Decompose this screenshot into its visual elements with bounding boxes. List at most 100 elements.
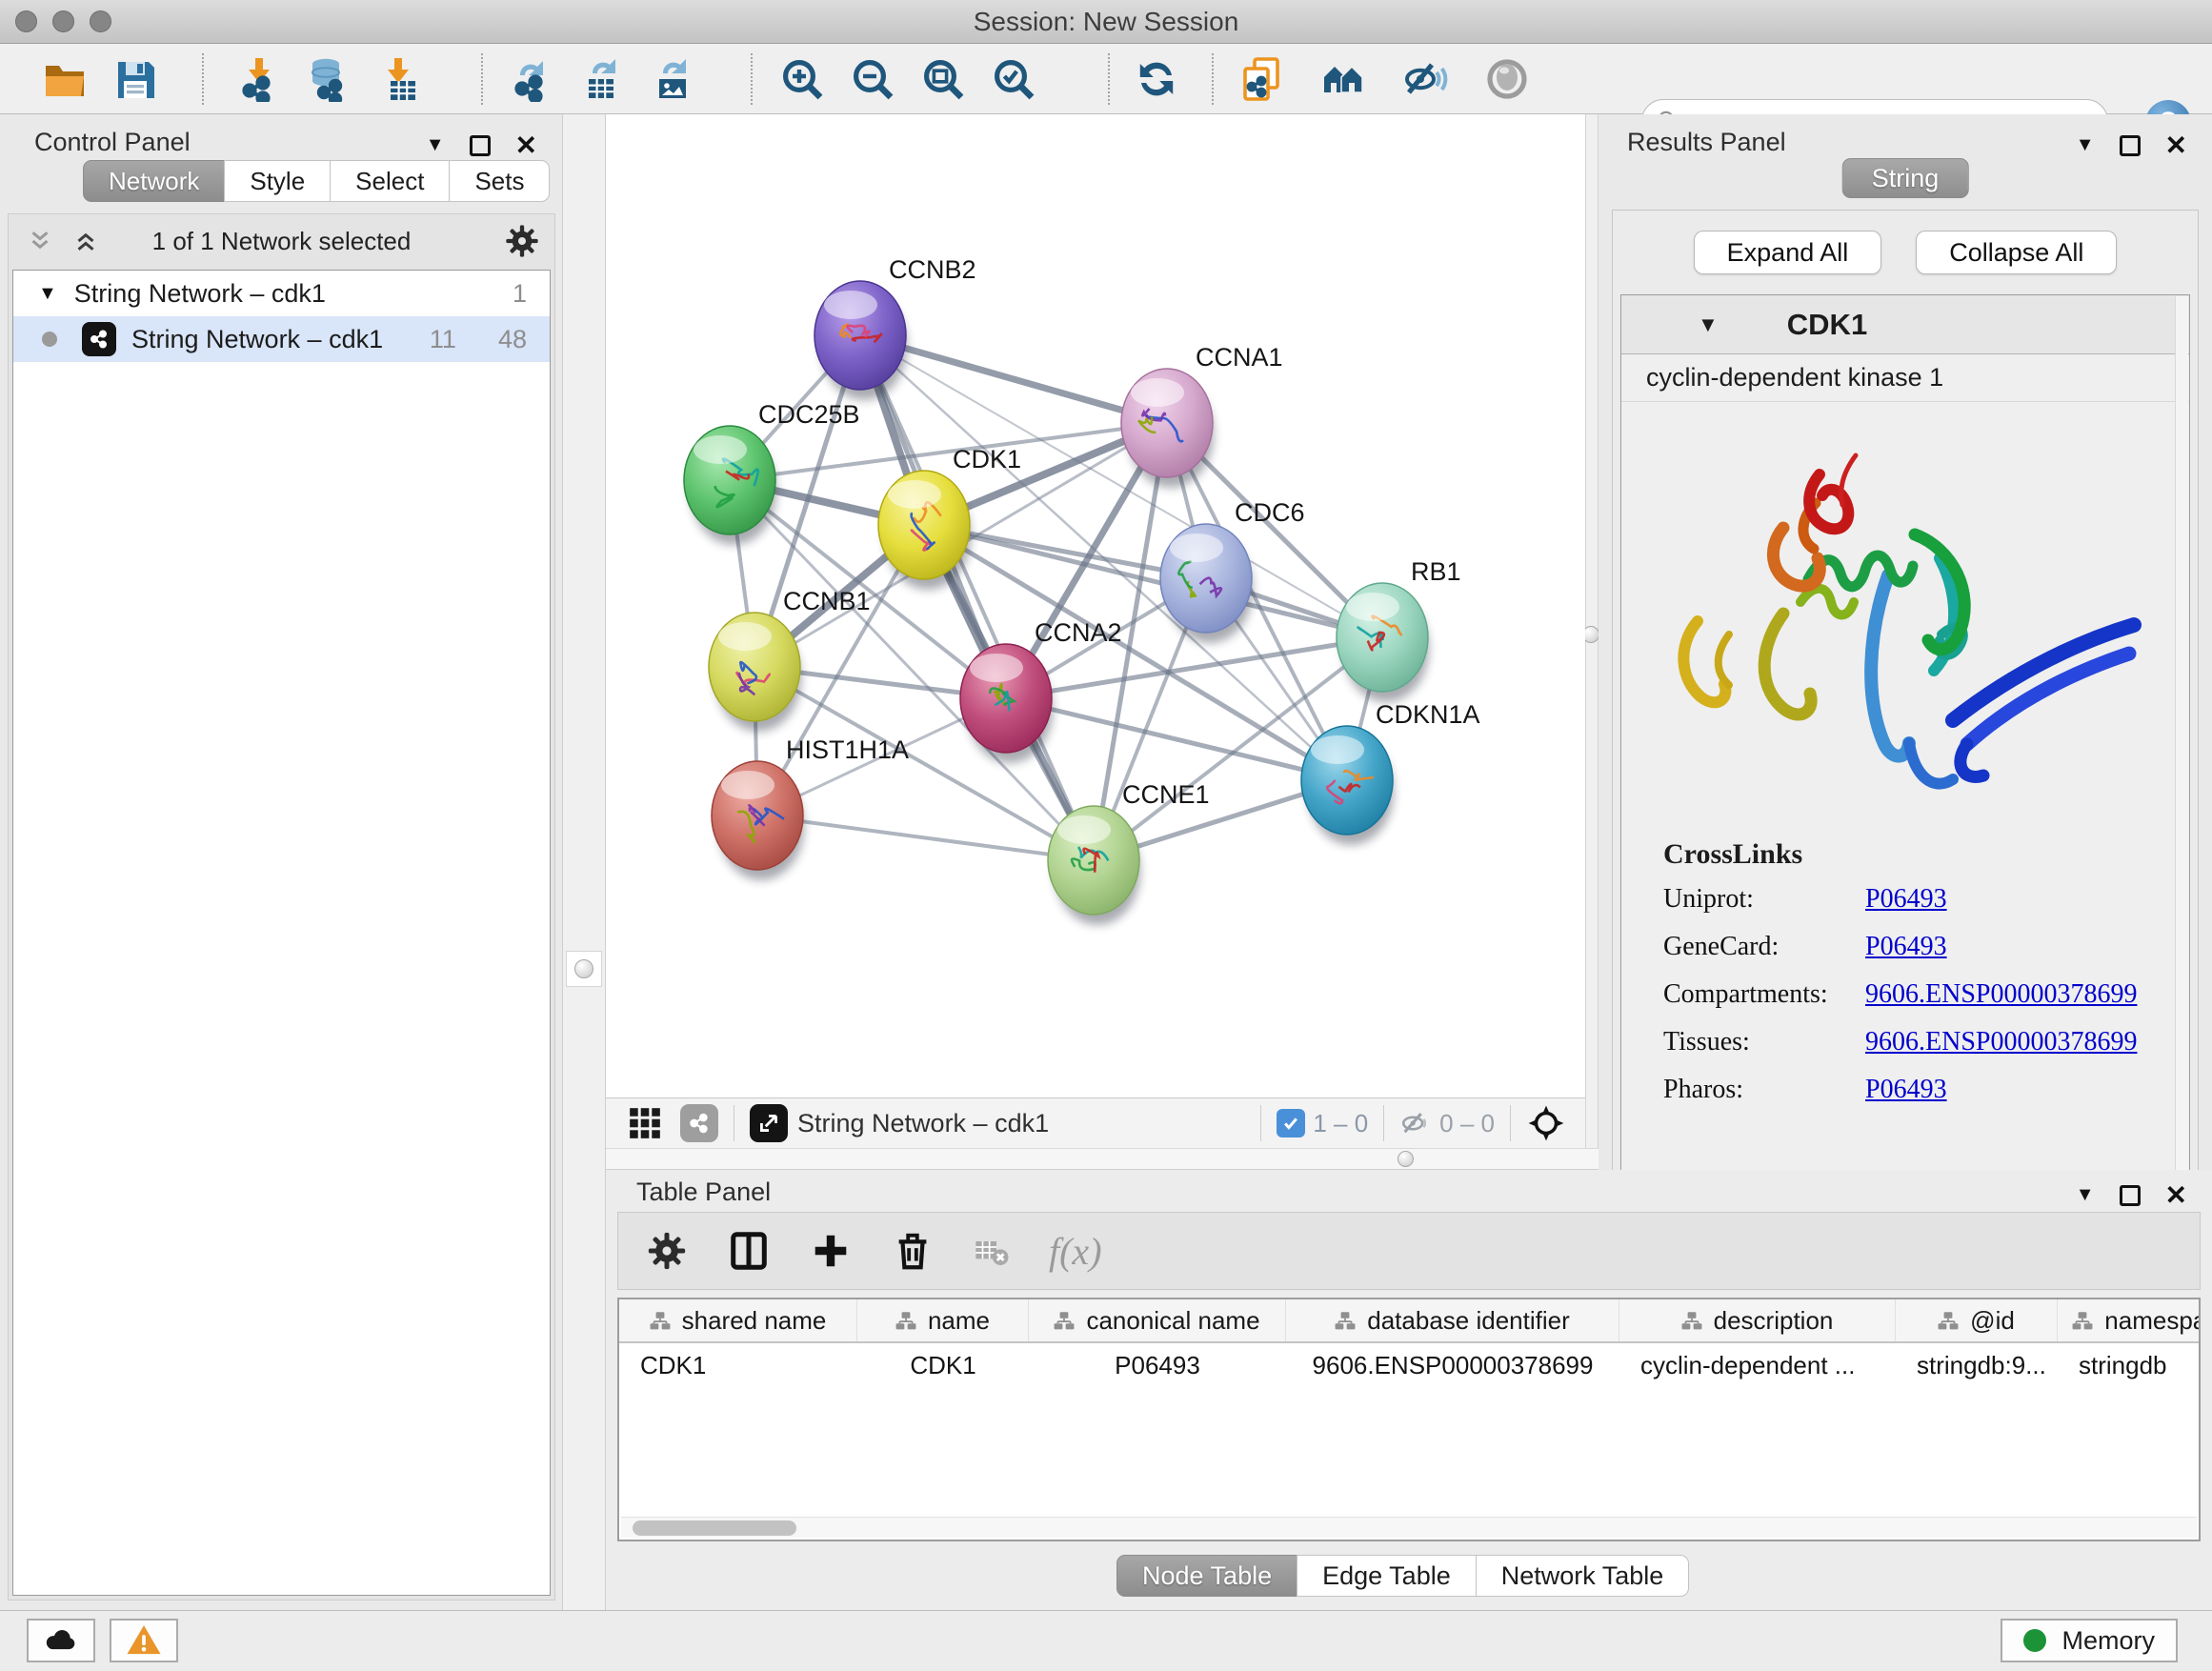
- table-panel-menu-icon[interactable]: ▼: [2076, 1184, 2095, 1206]
- network-node-CDK1[interactable]: [878, 471, 971, 590]
- table-panel-float-icon[interactable]: [2120, 1185, 2141, 1206]
- expand-all-button[interactable]: Expand All: [1694, 231, 1882, 274]
- tab-string[interactable]: String: [1842, 158, 1969, 198]
- tab-network[interactable]: Network: [83, 160, 225, 202]
- column-header-description[interactable]: description: [1619, 1299, 1896, 1341]
- import-network-button[interactable]: [229, 50, 286, 108]
- network-node-CCNA2[interactable]: [960, 644, 1053, 763]
- column-header-canonical-name[interactable]: canonical name: [1029, 1299, 1286, 1341]
- network-node-HIST1H1A[interactable]: [712, 761, 804, 880]
- zoom-out-button[interactable]: [844, 50, 901, 108]
- crosslink-link[interactable]: P06493: [1865, 1075, 1947, 1105]
- table-cell[interactable]: P06493: [1029, 1343, 1286, 1387]
- export-network-button[interactable]: [503, 50, 560, 108]
- network-collection-row[interactable]: ▼ String Network – cdk1 1: [13, 271, 550, 316]
- tree-expand-icon[interactable]: ▼: [38, 283, 57, 305]
- network-node-CCNA1[interactable]: [1121, 369, 1214, 488]
- delete-column-icon[interactable]: [891, 1229, 935, 1273]
- vertical-scrollbar[interactable]: [2175, 296, 2188, 1193]
- first-neighbors-button[interactable]: [1315, 50, 1372, 108]
- crosslink-link[interactable]: 9606.ENSP00000378699: [1865, 979, 2137, 1010]
- refresh-button[interactable]: [1128, 50, 1185, 108]
- collapse-all-button[interactable]: Collapse All: [1916, 231, 2117, 274]
- memory-button[interactable]: Memory: [2001, 1619, 2178, 1662]
- table-cell[interactable]: stringdb: [2058, 1343, 2201, 1387]
- network-edge[interactable]: [1006, 698, 1347, 780]
- network-node-CCNE1[interactable]: [1048, 806, 1140, 925]
- control-panel-float-icon[interactable]: [470, 135, 491, 156]
- network-edge[interactable]: [757, 815, 1094, 860]
- control-panel-close-icon[interactable]: ✕: [515, 130, 537, 161]
- column-header-database-identifier[interactable]: database identifier: [1286, 1299, 1619, 1341]
- network-node-CDC25B[interactable]: [684, 426, 776, 545]
- network-node-CCNB2[interactable]: [814, 281, 907, 400]
- zoom-fit-button[interactable]: [915, 50, 972, 108]
- crosslink-link[interactable]: P06493: [1865, 932, 1947, 962]
- tab-node-table[interactable]: Node Table: [1116, 1555, 1297, 1597]
- tab-sets[interactable]: Sets: [449, 160, 550, 202]
- crosshair-icon[interactable]: [1526, 1103, 1566, 1143]
- control-panel-menu-icon[interactable]: ▼: [426, 134, 445, 156]
- import-table-button[interactable]: [370, 50, 427, 108]
- crosslink-link[interactable]: 9606.ENSP00000378699: [1865, 1027, 2137, 1057]
- network-node-RB1[interactable]: [1337, 583, 1429, 702]
- crosslink-link[interactable]: P06493: [1865, 884, 1947, 915]
- left-splitter[interactable]: [563, 114, 606, 1610]
- grid-view-icon[interactable]: [627, 1105, 663, 1141]
- table-cell[interactable]: stringdb:9...: [1896, 1343, 2058, 1387]
- zoom-selected-button[interactable]: [985, 50, 1042, 108]
- export-table-button[interactable]: [573, 50, 631, 108]
- cloud-status-button[interactable]: [27, 1619, 95, 1662]
- warning-status-button[interactable]: [110, 1619, 178, 1662]
- network-options-gear-icon[interactable]: [503, 222, 541, 260]
- tab-style[interactable]: Style: [224, 160, 331, 202]
- tab-edge-table[interactable]: Edge Table: [1297, 1555, 1477, 1597]
- right-splitter[interactable]: [1585, 114, 1599, 1170]
- table-options-gear-icon[interactable]: [645, 1229, 689, 1273]
- table-cell[interactable]: cyclin-dependent ...: [1619, 1343, 1896, 1387]
- results-panel-menu-icon[interactable]: ▼: [2076, 134, 2095, 156]
- table-row[interactable]: CDK1CDK1P064939606.ENSP00000378699cyclin…: [619, 1343, 2199, 1387]
- add-column-icon[interactable]: [809, 1229, 853, 1273]
- scrollbar-thumb[interactable]: [633, 1520, 796, 1536]
- export-image-button[interactable]: [644, 50, 701, 108]
- gene-section-header[interactable]: ▼ CDK1: [1621, 295, 2189, 354]
- show-all-button[interactable]: [1478, 50, 1536, 108]
- table-horizontal-scrollbar[interactable]: [621, 1517, 2197, 1538]
- tab-select[interactable]: Select: [330, 160, 450, 202]
- table-cell[interactable]: CDK1: [857, 1343, 1029, 1387]
- network-edge[interactable]: [860, 335, 1094, 860]
- import-network-from-database-button[interactable]: [299, 50, 356, 108]
- open-session-button[interactable]: [36, 50, 93, 108]
- column-header--id[interactable]: @id: [1896, 1299, 2058, 1341]
- network-node-CDC6[interactable]: [1160, 524, 1253, 643]
- zoom-in-button[interactable]: [774, 50, 831, 108]
- network-canvas[interactable]: CCNB2CCNA1CDC25BCDK1CDC6RB1CCNB1CCNA2CDK…: [606, 114, 1585, 1097]
- selected-checkbox[interactable]: [1277, 1109, 1305, 1137]
- results-panel-close-icon[interactable]: ✕: [2165, 130, 2187, 161]
- splitter-handle[interactable]: [1398, 1151, 1414, 1167]
- hide-selected-button[interactable]: [1397, 50, 1454, 108]
- table-cell[interactable]: 9606.ENSP00000378699: [1286, 1343, 1619, 1387]
- node-label-CCNB1: CCNB1: [783, 587, 871, 615]
- network-edge[interactable]: [924, 525, 1382, 637]
- network-view-icon[interactable]: [680, 1104, 718, 1142]
- network-status-dot: [42, 332, 57, 347]
- show-columns-icon[interactable]: [727, 1229, 771, 1273]
- table-panel-close-icon[interactable]: ✕: [2165, 1179, 2187, 1211]
- splitter-handle[interactable]: [574, 959, 593, 978]
- column-header-shared-name[interactable]: shared name: [619, 1299, 857, 1341]
- network-node-CDKN1A[interactable]: [1301, 726, 1394, 845]
- collapse-section-icon[interactable]: ▼: [1698, 312, 1719, 337]
- birdseye-view-icon[interactable]: [750, 1104, 788, 1142]
- results-panel-float-icon[interactable]: [2120, 135, 2141, 156]
- save-session-button[interactable]: [107, 50, 164, 108]
- network-graph[interactable]: CCNB2CCNA1CDC25BCDK1CDC6RB1CCNB1CCNA2CDK…: [606, 114, 1585, 1097]
- tab-network-table[interactable]: Network Table: [1476, 1555, 1690, 1597]
- network-row-selected[interactable]: String Network – cdk1 11 48: [13, 316, 550, 362]
- column-header-name[interactable]: name: [857, 1299, 1029, 1341]
- column-header-namespace[interactable]: namespace: [2058, 1299, 2201, 1341]
- clone-network-button[interactable]: [1233, 50, 1290, 108]
- network-node-CCNB1[interactable]: [709, 613, 801, 732]
- table-cell[interactable]: CDK1: [619, 1343, 857, 1387]
